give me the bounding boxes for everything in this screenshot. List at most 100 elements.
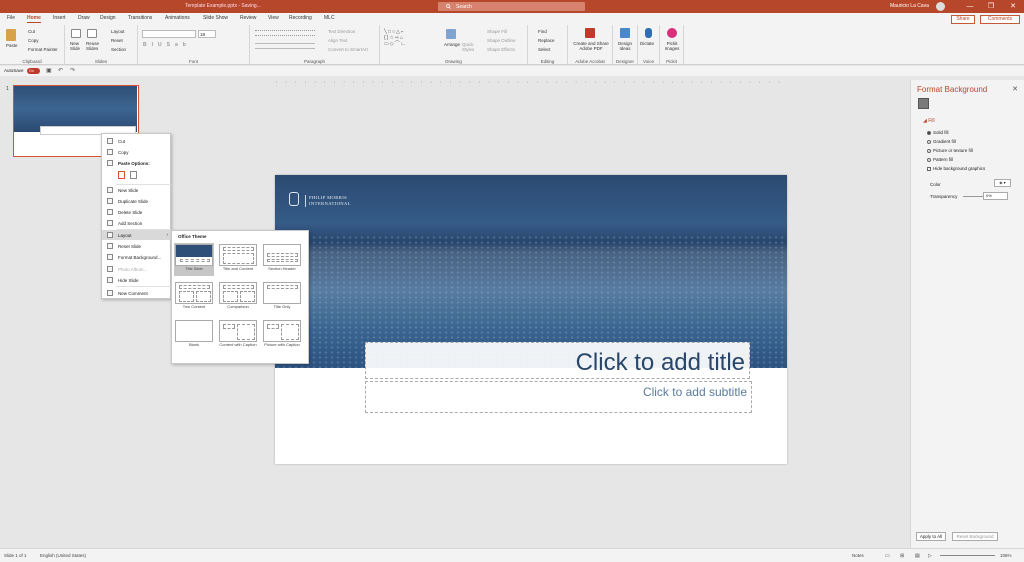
layout-title-slide[interactable]: Title Slide (174, 243, 214, 276)
shapes-gallery[interactable]: ╲□○△⌐ {}☆⇨⌂ ▭◇⌒∟ (384, 29, 434, 51)
menu-item-reset-slide[interactable]: Reset Slide (102, 241, 171, 251)
zoom-slider[interactable] (940, 555, 995, 556)
menu-item-new-slide[interactable]: New Slide (102, 185, 171, 195)
menu-item-duplicate-slide[interactable]: Duplicate Slide (102, 196, 171, 206)
save-icon[interactable]: ▣ (46, 67, 52, 74)
menu-item-layout[interactable]: Layout › (102, 230, 171, 240)
tab-file[interactable]: File (7, 15, 15, 21)
align-text-button[interactable]: Align Text (328, 38, 347, 43)
tab-design[interactable]: Design (100, 15, 116, 21)
pickit-images-button[interactable]: Pickit Images (663, 41, 681, 51)
copy-button[interactable]: Copy (28, 38, 39, 43)
paste-keep-source-icon[interactable] (118, 171, 125, 179)
transparency-input[interactable]: 0% (983, 192, 1008, 200)
layout-button[interactable]: Layout (111, 29, 125, 34)
align-icons[interactable] (255, 43, 315, 49)
pattern-fill-option[interactable]: Pattern fill (927, 157, 953, 162)
cut-button[interactable]: Cut (28, 29, 35, 34)
tab-transitions[interactable]: Transitions (128, 15, 152, 21)
dictate-button[interactable]: Dictate (640, 41, 654, 46)
undo-icon[interactable]: ↶ (58, 67, 63, 74)
layout-comparison[interactable]: Comparison (218, 281, 258, 314)
tab-view[interactable]: View (268, 15, 279, 21)
menu-item-new-comment[interactable]: New Comment (102, 288, 171, 298)
share-button[interactable]: Share (951, 14, 975, 24)
close-pane-icon[interactable]: ✕ (1012, 85, 1018, 93)
layout-title-only[interactable]: Title Only (262, 281, 302, 314)
language-indicator[interactable]: English (United States) (40, 553, 86, 558)
tab-home[interactable]: Home (27, 15, 41, 23)
apply-to-all-button[interactable]: Apply to All (916, 532, 946, 541)
tab-review[interactable]: Review (240, 15, 256, 21)
shape-fill-button[interactable]: Shape Fill (487, 29, 507, 34)
tab-draw[interactable]: Draw (78, 15, 90, 21)
paste-picture-icon[interactable] (130, 171, 137, 179)
tab-slide-show[interactable]: Slide Show (203, 15, 228, 21)
layout-two-content[interactable]: Two Content (174, 281, 214, 314)
restore-button[interactable]: ❐ (982, 0, 1000, 13)
font-format-icons[interactable]: BIUSab (143, 42, 191, 48)
create-share-pdf-button[interactable]: Create and Share Adobe PDF (570, 41, 612, 51)
tab-animations[interactable]: Animations (165, 15, 190, 21)
quick-styles-button[interactable]: Quick Styles (462, 42, 474, 52)
layout-section-header[interactable]: Section Header (262, 243, 302, 276)
subtitle-placeholder[interactable]: Click to add subtitle (365, 381, 752, 413)
user-name[interactable]: Mauricio La Cava (890, 3, 929, 9)
menu-item-photo-album[interactable]: Photo Album... (102, 264, 171, 274)
hide-background-checkbox[interactable]: Hide background graphics (927, 166, 985, 171)
menu-item-cut[interactable]: Cut (102, 136, 171, 146)
format-painter-button[interactable]: Format Painter (28, 47, 58, 52)
layout-title-and-content[interactable]: Title and Content (218, 243, 258, 276)
layout-picture-with-caption[interactable]: Picture with Caption (262, 319, 302, 359)
slideshow-icon[interactable]: ▷ (928, 553, 932, 559)
avatar[interactable] (936, 2, 945, 11)
autosave-toggle[interactable]: On (27, 68, 40, 74)
font-name-box[interactable] (142, 30, 196, 38)
layout-blank[interactable]: Blank (174, 319, 214, 352)
solid-fill-option[interactable]: Solid fill (927, 130, 949, 135)
section-button[interactable]: Section (111, 47, 126, 52)
find-button[interactable]: Find (538, 29, 547, 34)
fill-section-header[interactable]: ◢ Fill (923, 118, 935, 124)
paste-button[interactable]: Paste (6, 43, 18, 48)
comments-button[interactable]: Comments (980, 14, 1020, 24)
arrange-button[interactable]: Arrange (444, 42, 460, 47)
reuse-slides-button[interactable]: Reuse Slides (86, 41, 100, 51)
text-direction-button[interactable]: Text Direction (328, 29, 355, 34)
tab-recording[interactable]: Recording (289, 15, 312, 21)
list-icons[interactable] (255, 30, 315, 36)
menu-item-format-background[interactable]: Format Background... (102, 252, 171, 262)
menu-item-add-section[interactable]: Add Section (102, 218, 171, 228)
slide-sorter-icon[interactable]: ⊞ (900, 553, 904, 559)
select-button[interactable]: Select (538, 47, 551, 52)
design-ideas-button[interactable]: Design Ideas (615, 41, 635, 51)
minimize-button[interactable]: — (961, 0, 979, 13)
convert-smartart-button[interactable]: Convert to SmartArt (328, 47, 368, 52)
title-placeholder[interactable]: Click to add title (365, 342, 750, 379)
color-picker-button[interactable]: ◈ ▾ (994, 179, 1011, 187)
replace-button[interactable]: Replace (538, 38, 555, 43)
font-size-box[interactable]: 18 (198, 30, 216, 38)
new-slide-button[interactable]: New Slide (70, 41, 84, 51)
menu-item-hide-slide[interactable]: Hide Slide (102, 275, 171, 285)
redo-icon[interactable]: ↷ (70, 67, 75, 74)
shape-effects-button[interactable]: Shape Effects (487, 47, 515, 52)
reading-view-icon[interactable]: ▤ (915, 553, 920, 559)
layout-content-with-caption[interactable]: Content with Caption (218, 319, 258, 359)
tab-insert[interactable]: Insert (53, 15, 66, 21)
slide-canvas[interactable]: PHILIP MORRIS INTERNATIONAL Click to add… (275, 175, 787, 464)
notes-button[interactable]: Notes (852, 553, 864, 558)
shape-outline-button[interactable]: Shape Outline (487, 38, 516, 43)
tab-mlc[interactable]: MLC (324, 15, 335, 21)
reset-background-button[interactable]: Reset Background (952, 532, 998, 541)
transparency-slider[interactable] (963, 196, 983, 197)
zoom-level[interactable]: 106% (1000, 553, 1012, 558)
search-box[interactable]: Search (438, 2, 585, 11)
reset-button[interactable]: Reset (111, 38, 123, 43)
normal-view-icon[interactable]: ▭ (885, 553, 890, 559)
fill-bucket-icon[interactable] (918, 98, 929, 109)
menu-item-delete-slide[interactable]: Delete Slide (102, 207, 171, 217)
picture-fill-option[interactable]: Picture or texture fill (927, 148, 973, 153)
close-button[interactable]: ✕ (1004, 0, 1022, 13)
gradient-fill-option[interactable]: Gradient fill (927, 139, 956, 144)
